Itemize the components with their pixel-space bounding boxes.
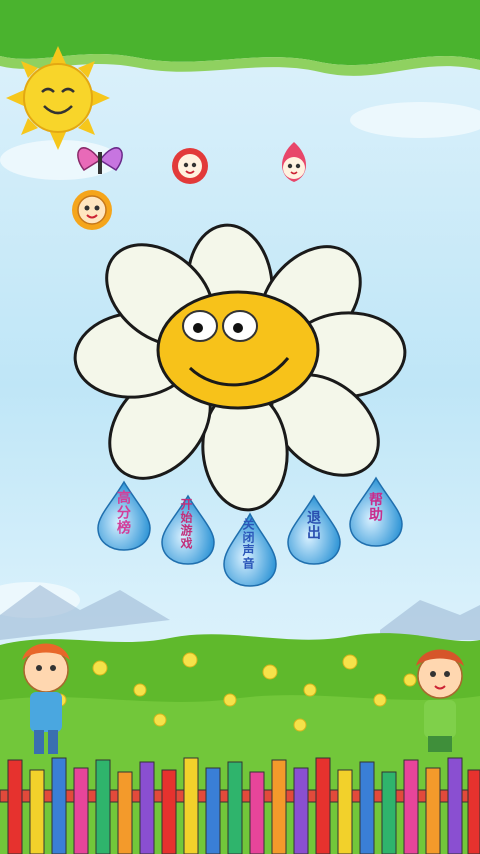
start-game-label: 开始游戏 — [179, 498, 193, 550]
exit-button[interactable]: 退出 — [286, 494, 342, 566]
flower-mascot-1 — [72, 190, 112, 230]
high-score-label: 高分榜 — [115, 490, 131, 535]
flower-mascot-2 — [172, 148, 208, 184]
help-button[interactable]: 帮助 — [348, 476, 404, 548]
background-scene — [0, 0, 480, 854]
help-label: 帮助 — [367, 492, 383, 522]
sun — [6, 46, 110, 150]
exit-label: 退出 — [305, 510, 321, 540]
mute-sound-button[interactable]: 关闭声音 — [222, 512, 278, 588]
high-score-button[interactable]: 高分榜 — [96, 480, 152, 552]
flower-mascot-3 — [282, 142, 306, 182]
top-grass-banner — [0, 0, 480, 66]
mute-sound-label: 关闭声音 — [241, 518, 255, 570]
start-game-button[interactable]: 开始游戏 — [160, 494, 216, 566]
daisy-face — [156, 290, 320, 410]
